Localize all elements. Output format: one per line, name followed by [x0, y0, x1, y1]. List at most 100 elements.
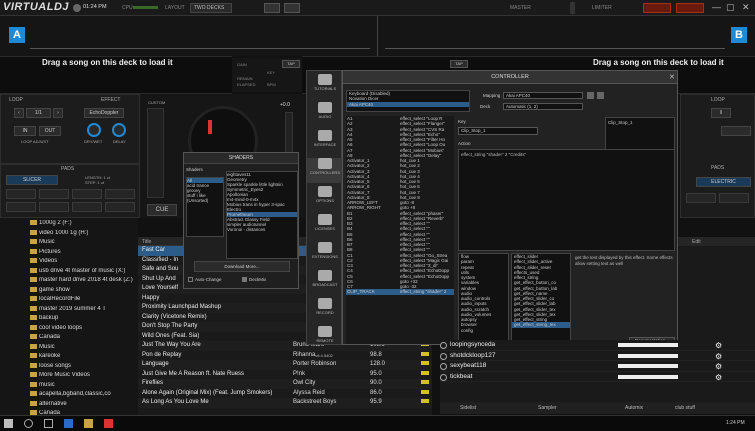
right-loop-size[interactable]: ‖ [711, 108, 731, 118]
sidebar-item-audio[interactable]: AUDIO [307, 102, 343, 127]
tab-automix[interactable]: Automix [625, 402, 643, 414]
sample-row[interactable]: tickbeat ⚙ [440, 372, 755, 382]
controller-close-icon[interactable]: ✕ [669, 73, 675, 81]
tree-item[interactable]: Music [30, 343, 138, 354]
deck-select[interactable]: Automatic (1, 2) [503, 103, 583, 110]
sample-row[interactable]: loopingsynceda ⚙ [440, 340, 755, 351]
shader-category[interactable]: (Unsorted) [187, 198, 223, 203]
secondary-toggle-button[interactable] [676, 3, 704, 13]
tree-item[interactable]: Music [30, 239, 138, 249]
right-pad-2[interactable] [719, 193, 749, 203]
gear-icon[interactable]: ⚙ [715, 373, 722, 382]
pad-1[interactable] [6, 189, 36, 199]
loop-half-button[interactable]: ‹ [14, 108, 24, 118]
sample-row[interactable]: sexybeat118 ⚙ [440, 361, 755, 372]
track-row[interactable]: As Long As You Love Me Backstreet Boys 95.… [138, 398, 432, 408]
sidebar-item-remote[interactable]: REMOTE [307, 326, 343, 351]
pad-7[interactable] [72, 202, 102, 212]
auto-change-checkbox[interactable] [188, 277, 193, 282]
sidebar-item-interface[interactable]: INTERFACE [307, 130, 343, 155]
pad-2[interactable] [39, 189, 69, 199]
tree-item[interactable]: Videos [30, 258, 138, 268]
track-row[interactable]: Alone Again (Original Mix) (Feat. Jump S… [138, 389, 432, 399]
verb-category[interactable]: config [459, 328, 508, 333]
tree-item[interactable]: localRecordFile [30, 296, 138, 306]
save-mapping-icon[interactable] [587, 92, 594, 99]
tree-item[interactable]: Canada [30, 334, 138, 344]
pad-3[interactable] [72, 189, 102, 199]
browser-taskbar-icon[interactable] [64, 419, 73, 428]
loop-double-button[interactable]: › [53, 108, 63, 118]
edit-mapping-icon[interactable] [597, 92, 604, 99]
tap-button[interactable]: TAP [282, 60, 300, 68]
tree-item[interactable]: video 1000 1g (H:) [30, 229, 138, 240]
right-loop-out-button[interactable] [721, 126, 751, 136]
task-view-icon[interactable] [44, 419, 53, 428]
custom-buttons[interactable] [147, 108, 164, 198]
settings-button[interactable] [264, 3, 280, 13]
tab-sampler[interactable]: Sampler [538, 402, 557, 414]
track-row[interactable]: Pon de Replay Rihanna 98.8 [138, 351, 432, 361]
windows-start-icon[interactable] [4, 419, 13, 428]
track-row[interactable]: Language Porter Robinson 128.0 [138, 360, 432, 370]
tree-item[interactable]: 1000g 2 (F:) [30, 220, 138, 230]
pad-4[interactable] [105, 189, 135, 199]
pad-8[interactable] [105, 202, 135, 212]
right-pads-mode[interactable]: ELECTRIC [696, 177, 751, 187]
tree-item[interactable]: usb drive 4t master of music (X:) [30, 267, 138, 278]
sidebar-item-extensions[interactable]: EXTENSIONS [307, 242, 343, 267]
tree-item[interactable]: More Music Videos [30, 372, 138, 382]
loop-in-button[interactable]: IN [14, 126, 36, 136]
sample-volume-bar[interactable] [618, 353, 678, 358]
deckmix-checkbox[interactable] [242, 277, 247, 282]
tree-item[interactable]: master hard drive 2018 4t desk (Z:) [30, 277, 138, 287]
gear-icon[interactable]: ⚙ [715, 341, 722, 350]
pad-5[interactable] [6, 202, 36, 212]
tree-item[interactable]: Pictures [30, 248, 138, 259]
download-more-button[interactable]: Download More... [194, 261, 290, 272]
track-row[interactable]: Fireflies Owl City 90.0 [138, 379, 432, 389]
explorer-taskbar-icon[interactable] [84, 419, 93, 428]
loop-out-button[interactable]: OUT [39, 126, 61, 136]
sidebar-item-options[interactable]: OPTIONS [307, 186, 343, 211]
tree-item[interactable]: loose songs [30, 362, 138, 373]
tree-item[interactable]: alternative [30, 400, 138, 411]
tree-item[interactable]: master 2019 summer 4 T [30, 305, 138, 316]
sample-volume-bar[interactable] [618, 364, 678, 368]
tree-item[interactable]: music [30, 381, 138, 392]
tree-item[interactable]: acapella,bgband,classic,co [30, 391, 138, 401]
loop-size[interactable]: 1/1 [26, 108, 51, 118]
mapping-row[interactable]: CLIP_TRACK effect_string "shader" 2 [346, 289, 454, 295]
gear-icon[interactable]: ⚙ [715, 352, 722, 361]
action-editor[interactable]: effect_string "shader" 2 "Credits" [458, 149, 675, 251]
maximize-icon[interactable]: ▢ [726, 2, 735, 13]
track-row[interactable]: Just Give Me A Reason ft. Nate Ruess P!nk… [138, 370, 432, 380]
tree-item[interactable]: backup [30, 315, 138, 325]
shader-item[interactable]: Voronoi - distances [227, 227, 297, 232]
pad-6[interactable] [39, 202, 69, 212]
master-toggle-button[interactable] [643, 3, 671, 13]
sidebar-item-broadcast[interactable]: BROADCAST [307, 270, 343, 295]
tab-sidelist[interactable]: Sidelist [460, 402, 476, 414]
sample-volume-bar[interactable] [618, 374, 678, 379]
device-item[interactable]: Akai APC40 [347, 101, 469, 107]
search-icon[interactable] [24, 419, 33, 428]
mapping-select[interactable]: Akai APC40 [503, 92, 583, 99]
sample-row[interactable]: shotdckloop127 ⚙ [440, 351, 755, 361]
tree-item[interactable]: cool video loops [30, 324, 138, 335]
sidebar-item-record[interactable]: RECORD [307, 298, 343, 323]
tree-item[interactable]: game show [30, 286, 138, 297]
verb-item[interactable]: get_effect_string_tex [512, 322, 570, 328]
sidebar-item-tutorials[interactable]: TUTORIALS [307, 74, 343, 99]
layout-select[interactable]: TWO DECKS [190, 3, 232, 13]
tap-button-right[interactable]: TAP [450, 60, 468, 68]
sidebar-item-controllers[interactable]: CONTROLLERS [307, 158, 343, 183]
right-pad-1[interactable] [686, 193, 716, 203]
key-field[interactable]: Clip_Stop_1 [458, 127, 538, 135]
delay-knob[interactable] [112, 123, 126, 137]
title-column-header[interactable]: Title [142, 239, 151, 245]
minimize-icon[interactable]: — [712, 2, 721, 12]
close-icon[interactable]: ✕ [742, 2, 750, 13]
sidebar-item-licenses[interactable]: LICENSES [307, 214, 343, 239]
pads-mode-select[interactable]: SLICER [6, 175, 58, 185]
